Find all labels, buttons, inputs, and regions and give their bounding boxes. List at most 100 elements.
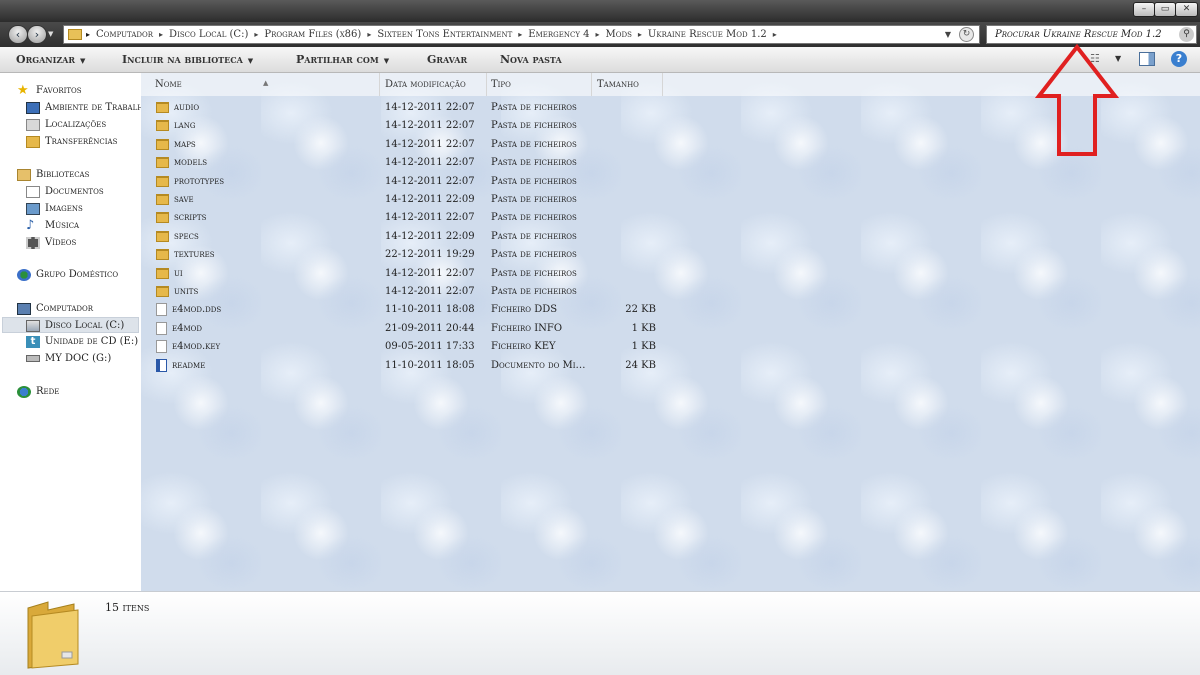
nav-network-label: Rede bbox=[36, 386, 60, 397]
breadcrumb-separator-icon[interactable]: ▸ bbox=[86, 30, 90, 39]
file-name: audio bbox=[156, 99, 378, 117]
breadcrumb-item[interactable]: Sixteen Tons Entertainment ▸ bbox=[377, 29, 528, 40]
share-with-button[interactable]: Partilhar com ▼ bbox=[296, 47, 389, 73]
nav-item-local-disk[interactable]: Disco Local (C:) bbox=[2, 317, 139, 333]
nav-homegroup[interactable]: Grupo Doméstico bbox=[17, 267, 118, 283]
breadcrumb-separator-icon[interactable]: ▸ bbox=[638, 30, 642, 39]
search-placeholder: Procurar Ukraine Rescue Mod 1.2 bbox=[995, 29, 1162, 40]
nav-item-music[interactable]: ♪ Música bbox=[26, 218, 79, 234]
file-row[interactable]: ui 14-12-2011 22:07 Pasta de ficheiros bbox=[141, 265, 611, 283]
breadcrumb-separator-icon[interactable]: ▸ bbox=[596, 30, 600, 39]
desktop-icon bbox=[26, 101, 40, 114]
search-input[interactable]: Procurar Ukraine Rescue Mod 1.2 ⚲ bbox=[986, 25, 1197, 44]
file-date: 14-12-2011 22:07 bbox=[385, 102, 475, 113]
back-button[interactable]: ‹ bbox=[8, 25, 28, 44]
breadcrumb-separator-icon[interactable]: ▸ bbox=[367, 30, 371, 39]
breadcrumb-item[interactable]: Ukraine Rescue Mod 1.2 ▸ bbox=[648, 29, 783, 40]
nav-network[interactable]: Rede bbox=[17, 384, 59, 400]
column-header-name[interactable]: Nome ▲ bbox=[141, 73, 380, 96]
breadcrumb-item[interactable]: Computador ▸ bbox=[96, 29, 169, 40]
refresh-icon[interactable]: ↻ bbox=[959, 27, 974, 42]
file-row[interactable]: audio 14-12-2011 22:07 Pasta de ficheiros bbox=[141, 99, 611, 117]
breadcrumb-separator-icon[interactable]: ▸ bbox=[773, 30, 777, 39]
recent-locations-button[interactable]: ▼ bbox=[48, 30, 53, 38]
file-row[interactable]: save 14-12-2011 22:09 Pasta de ficheiros bbox=[141, 191, 611, 209]
include-library-button[interactable]: Incluir na biblioteca ▼ bbox=[122, 47, 253, 73]
file-name-text: textures bbox=[174, 249, 215, 261]
file-row[interactable]: models 14-12-2011 22:07 Pasta de ficheiros bbox=[141, 154, 611, 172]
file-row[interactable]: textures 22-12-2011 19:29 Pasta de ficheir… bbox=[141, 246, 611, 264]
nav-item-desktop[interactable]: Ambiente de Trabalho bbox=[26, 100, 141, 116]
column-header-date[interactable]: Data modificação bbox=[380, 73, 487, 96]
annotation-arrow bbox=[1035, 44, 1119, 156]
nav-item-videos[interactable]: Vídeos bbox=[26, 235, 76, 251]
computer-icon bbox=[17, 302, 31, 315]
organize-label: Organizar bbox=[16, 53, 76, 66]
nav-libraries[interactable]: Bibliotecas bbox=[17, 167, 89, 183]
folder-icon bbox=[156, 157, 169, 169]
file-name-text: readme bbox=[172, 359, 206, 371]
nav-item-images[interactable]: Imagens bbox=[26, 201, 83, 217]
nav-item-usb-drive[interactable]: MY DOC (G:) bbox=[26, 351, 111, 367]
file-row[interactable]: prototypes 14-12-2011 22:07 Pasta de fiche… bbox=[141, 173, 611, 191]
file-row[interactable]: specs 14-12-2011 22:09 Pasta de ficheiros bbox=[141, 228, 611, 246]
minimize-button[interactable]: – bbox=[1133, 2, 1155, 17]
file-type: Ficheiro KEY bbox=[491, 341, 556, 353]
file-type: Pasta de ficheiros bbox=[491, 120, 577, 132]
file-name: e4mod.key bbox=[156, 338, 378, 356]
share-with-label: Partilhar com bbox=[296, 53, 379, 66]
nav-item-downloads[interactable]: Transferências bbox=[26, 134, 117, 150]
breadcrumb-separator-icon[interactable]: ▸ bbox=[159, 30, 163, 39]
column-header-size[interactable]: Tamanho bbox=[592, 73, 663, 96]
breadcrumb-item[interactable]: Emergency 4 ▸ bbox=[528, 29, 605, 40]
nav-computer[interactable]: Computador bbox=[17, 301, 93, 317]
file-row[interactable]: readme 11-10-2011 18:05 Documento do Micro… bbox=[141, 357, 656, 375]
file-row[interactable]: scripts 14-12-2011 22:07 Pasta de ficheiro… bbox=[141, 209, 611, 227]
command-bar: Organizar ▼ Incluir na biblioteca ▼ Partil… bbox=[0, 47, 1200, 73]
maximize-button[interactable]: ▭ bbox=[1154, 2, 1176, 17]
column-header-type[interactable]: Tipo bbox=[487, 73, 592, 96]
nav-item-locations[interactable]: Localizações bbox=[26, 117, 106, 133]
file-row[interactable]: units 14-12-2011 22:07 Pasta de ficheiros bbox=[141, 283, 611, 301]
file-row[interactable]: maps 14-12-2011 22:07 Pasta de ficheiros bbox=[141, 136, 611, 154]
file-row[interactable]: e4mod.key 09-05-2011 17:33 Ficheiro KEY 1 K… bbox=[141, 338, 656, 356]
nav-item-documents[interactable]: Documentos bbox=[26, 184, 104, 200]
nav-item-label: Unidade de CD (E:) bbox=[45, 336, 139, 347]
file-name-text: save bbox=[174, 194, 194, 205]
nav-item-label: Disco Local (C:) bbox=[45, 320, 125, 331]
file-type: Pasta de ficheiros bbox=[491, 102, 577, 113]
hard-drive-icon bbox=[26, 319, 40, 332]
folder-icon bbox=[156, 175, 169, 187]
close-button[interactable]: ✕ bbox=[1175, 2, 1198, 17]
address-bar[interactable]: ▸ Computador ▸ Disco Local (C:) ▸ Program Fi… bbox=[63, 25, 980, 44]
file-size: 1 KB bbox=[631, 341, 656, 353]
burn-button[interactable]: Gravar bbox=[427, 47, 467, 73]
breadcrumb-item[interactable]: Program Files (x86) ▸ bbox=[264, 29, 377, 40]
breadcrumb-separator-icon[interactable]: ▸ bbox=[518, 30, 522, 39]
nav-item-cd-drive[interactable]: t Unidade de CD (E:) bbox=[26, 334, 138, 350]
file-date: 11-10-2011 18:05 bbox=[385, 359, 475, 371]
breadcrumb-label: Sixteen Tons Entertainment bbox=[377, 29, 513, 40]
file-row[interactable]: lang 14-12-2011 22:07 Pasta de ficheiros bbox=[141, 117, 611, 135]
breadcrumb-item[interactable]: Disco Local (C:) ▸ bbox=[169, 29, 264, 40]
recent-places-icon bbox=[26, 118, 40, 131]
organize-button[interactable]: Organizar ▼ bbox=[16, 47, 85, 73]
address-row: ‹ › ▼ ▸ Computador ▸ Disco Local (C:) ▸ Prog… bbox=[0, 22, 1200, 47]
search-icon[interactable]: ⚲ bbox=[1179, 27, 1194, 42]
file-row[interactable]: e4mod 21-09-2011 20:44 Ficheiro INFO 1 KB bbox=[141, 320, 656, 338]
nav-favorites[interactable]: ★ Favoritos bbox=[17, 83, 82, 99]
preview-pane-icon[interactable] bbox=[1139, 52, 1155, 66]
breadcrumb-separator-icon[interactable]: ▸ bbox=[254, 30, 258, 39]
file-row[interactable]: e4mod.dds 11-10-2011 18:08 Ficheiro DDS 22 … bbox=[141, 301, 656, 319]
breadcrumb-label: Program Files (x86) bbox=[264, 29, 362, 40]
file-date: 09-05-2011 17:33 bbox=[385, 341, 475, 353]
new-folder-button[interactable]: Nova pasta bbox=[500, 47, 562, 73]
forward-button[interactable]: › bbox=[27, 25, 47, 44]
file-icon bbox=[156, 321, 167, 335]
help-icon[interactable]: ? bbox=[1171, 51, 1187, 67]
file-name: maps bbox=[156, 136, 378, 154]
breadcrumb-item[interactable]: Mods ▸ bbox=[606, 29, 648, 40]
address-dropdown-icon[interactable]: ▼ bbox=[945, 30, 951, 39]
folder-icon bbox=[156, 267, 169, 279]
file-name-text: maps bbox=[174, 138, 196, 150]
